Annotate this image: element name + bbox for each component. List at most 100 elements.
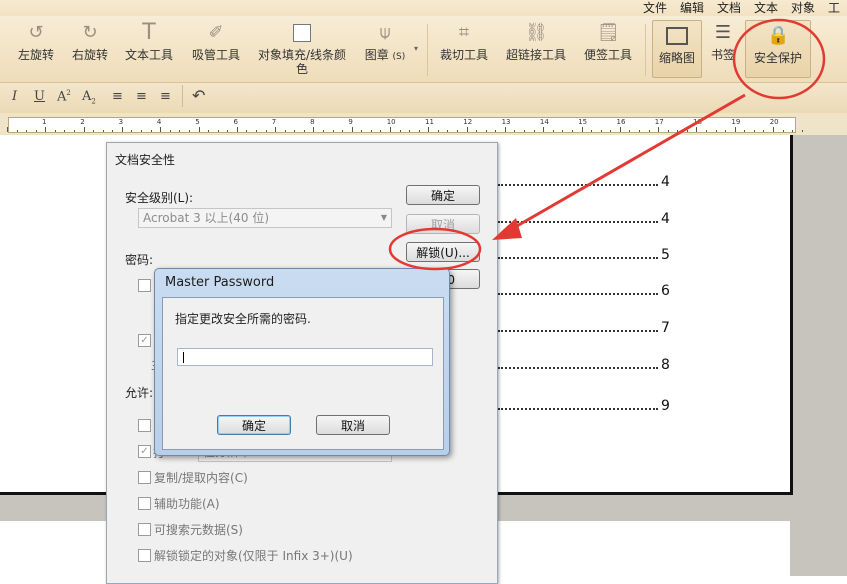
crop-label: 裁切工具 [440, 48, 488, 62]
ruler-number: 6 [234, 118, 238, 126]
stamp-shortcut: (S) [393, 52, 406, 62]
ruler-tick-minor [419, 130, 420, 132]
eyedropper-button[interactable]: ✐ 吸管工具 [188, 22, 244, 62]
ruler-tick-minor [333, 130, 334, 132]
superscript-button[interactable]: A2 [57, 89, 71, 104]
ruler-tick-minor [562, 130, 563, 132]
ok-button[interactable]: 确定 [406, 185, 480, 205]
ruler-number: 8 [310, 118, 314, 126]
underline-button[interactable]: U [34, 89, 45, 104]
password-checkbox[interactable] [138, 279, 151, 292]
unlock-objects-checkbox[interactable] [138, 549, 151, 562]
menu-document[interactable]: 文档 [717, 0, 741, 16]
ruler-number: 5 [195, 118, 199, 126]
thumbnails-button[interactable]: 缩略图 [652, 20, 702, 78]
master-password-ok-button[interactable]: 确定 [217, 415, 291, 435]
master-password-checkbox[interactable]: ✓ [138, 334, 151, 347]
stamp-button[interactable]: ⍦ 图章 (S) [360, 22, 410, 64]
master-password-title: Master Password [165, 275, 274, 290]
text-tool-icon: T [138, 22, 160, 44]
ruler-tick-minor [572, 130, 573, 132]
ruler-tick-minor [629, 130, 630, 132]
toc-leader [498, 184, 658, 186]
ruler-number: 3 [119, 118, 123, 126]
password-label: 密码: [125, 251, 153, 268]
fill-line-color-button[interactable]: 对象填充/线条颜 色 [254, 22, 350, 76]
align-left-icon[interactable]: ≡ [112, 89, 123, 104]
ruler-tick-minor [246, 130, 247, 132]
unlock-objects-label: 解锁锁定的对象(仅限于 Infix 3+)(U) [154, 547, 353, 564]
stamp-dropdown-icon[interactable]: ▾ [414, 44, 418, 53]
main-toolbar: ↺ 左旋转 ↻ 右旋转 T 文本工具 ✐ 吸管工具 对象填充/线条颜 色 ⍦ 图… [0, 16, 847, 83]
ruler-tick-minor [17, 130, 18, 132]
cancel-button[interactable]: 取消 [406, 214, 480, 234]
copy-checkbox[interactable] [138, 471, 151, 484]
ruler-tick [84, 127, 85, 132]
ruler-tick-minor [74, 130, 75, 132]
ruler-strip: 1234567891011121314151617181920 [8, 117, 796, 133]
ruler-tick-minor [687, 130, 688, 132]
rotate-left-icon: ↺ [25, 22, 47, 44]
ruler-tick-minor [170, 130, 171, 132]
crop-tool-button[interactable]: ⌗ 裁切工具 [436, 22, 492, 62]
security-level-select[interactable]: Acrobat 3 以上(40 位) ▼ [138, 208, 392, 228]
security-button[interactable]: 🔒 安全保护 [745, 20, 811, 78]
ruler-tick-minor [285, 130, 286, 132]
ruler-tick [45, 127, 46, 132]
permission-checkbox[interactable] [138, 419, 151, 432]
print-checkbox[interactable]: ✓ [138, 445, 151, 458]
text-tool-button[interactable]: T 文本工具 [122, 22, 176, 62]
accessibility-checkbox[interactable] [138, 497, 151, 510]
italic-button[interactable]: I [12, 89, 17, 104]
ruler-tick-minor [26, 130, 27, 132]
master-password-prompt: 指定更改安全所需的密码. [175, 310, 311, 327]
ruler-tick-minor [553, 130, 554, 132]
ruler-tick [696, 127, 697, 132]
ruler-tick [7, 127, 8, 132]
undo-icon[interactable]: ↶ [192, 86, 205, 105]
text-caret [183, 352, 184, 363]
menu-text[interactable]: 文本 [754, 0, 778, 16]
ruler-tick-minor [601, 130, 602, 132]
security-level-value: Acrobat 3 以上(40 位) [143, 211, 269, 225]
note-label: 便签工具 [584, 48, 632, 62]
master-password-input[interactable] [177, 348, 433, 366]
ruler-tick [505, 127, 506, 132]
ruler-tick-minor [476, 130, 477, 132]
ruler-tick [199, 127, 200, 132]
ruler-number: 18 [693, 118, 702, 126]
ruler-tick [122, 127, 123, 132]
metadata-checkbox[interactable] [138, 523, 151, 536]
ruler-tick-minor [55, 130, 56, 132]
master-password-cancel-button[interactable]: 取消 [316, 415, 390, 435]
ruler-tick [275, 127, 276, 132]
ruler-tick-minor [304, 130, 305, 132]
bookmarks-button[interactable]: ☰ 书签 [706, 22, 740, 62]
ruler-tick-minor [64, 130, 65, 132]
unlock-button[interactable]: 解锁(U)... [406, 242, 480, 262]
ruler-number: 11 [425, 118, 434, 126]
menu-object[interactable]: 对象 [791, 0, 815, 16]
menu-edit[interactable]: 编辑 [680, 0, 704, 16]
ruler-tick-minor [294, 130, 295, 132]
subscript-button[interactable]: A2 [82, 89, 96, 106]
ruler-number: 14 [540, 118, 549, 126]
hyperlink-tool-button[interactable]: ⛓ 超链接工具 [502, 22, 570, 62]
ruler-number: 7 [272, 118, 276, 126]
ruler-number: 13 [502, 118, 511, 126]
align-center-icon[interactable]: ≡ [136, 89, 147, 104]
rotate-left-button[interactable]: ↺ 左旋转 [14, 22, 58, 62]
ruler-tick-minor [151, 130, 152, 132]
menu-file[interactable]: 文件 [643, 0, 667, 16]
note-tool-button[interactable]: 🗒 便签工具 [580, 22, 636, 62]
accessibility-label: 辅助功能(A) [154, 495, 220, 512]
rotate-right-button[interactable]: ↻ 右旋转 [68, 22, 112, 62]
crop-icon: ⌗ [453, 22, 475, 44]
align-right-icon[interactable]: ≡ [160, 89, 171, 104]
ruler-tick [237, 127, 238, 132]
menu-bar: 文件 编辑 文档 文本 对象 工具 [0, 0, 847, 16]
toc-page-number: 8 [661, 357, 670, 373]
ruler-tick-minor [524, 130, 525, 132]
ruler-tick [658, 127, 659, 132]
ruler-tick-minor [400, 130, 401, 132]
